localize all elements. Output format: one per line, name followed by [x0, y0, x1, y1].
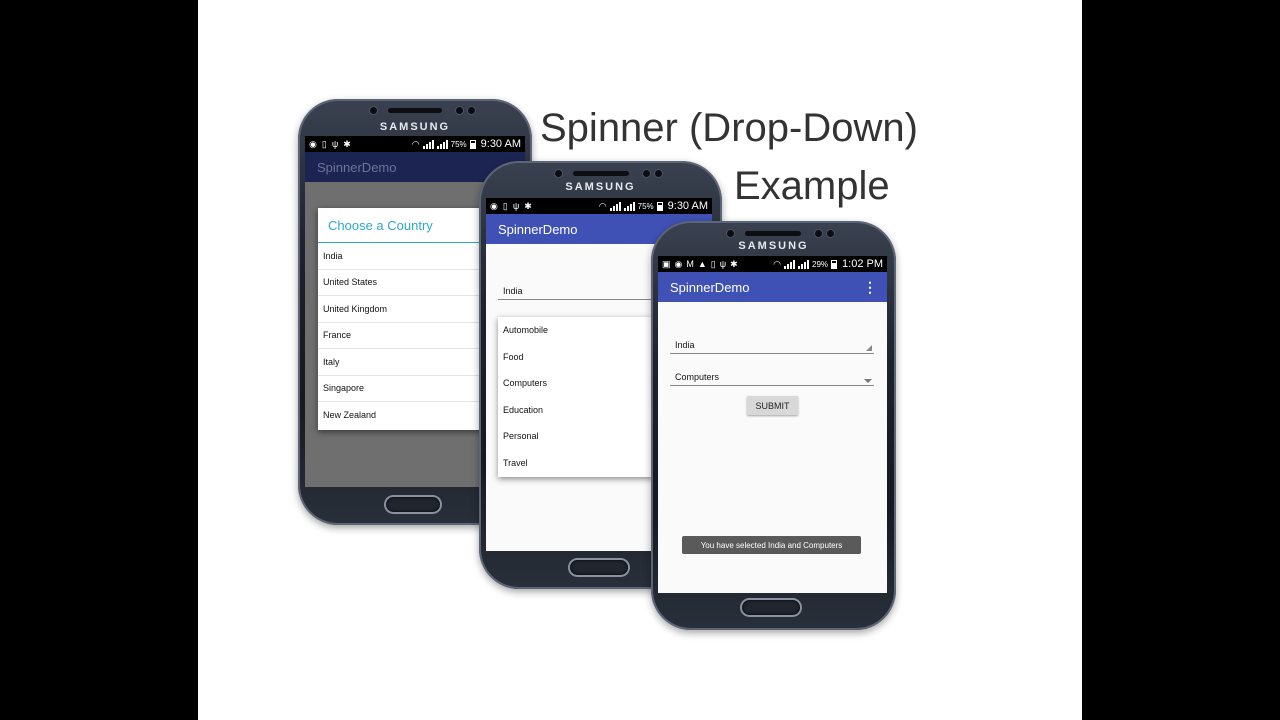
battery-percent: 29%: [812, 259, 829, 269]
status-time: 9:30 AM: [480, 138, 521, 150]
signal-icon: [623, 201, 635, 211]
app-bar: SpinnerDemo ⋮: [658, 272, 887, 302]
gmail-icon: M: [686, 259, 694, 269]
wifi-icon: ◠: [411, 138, 420, 149]
dropdown-arrow-icon: [864, 379, 872, 383]
phone-screen: ▣ ◉ M ▲ ▯ ψ ✱ ◠ 29% 1:02 PM SpinnerDemo …: [658, 256, 887, 593]
phone-selection-result: SAMSUNG ▣ ◉ M ▲ ▯ ψ ✱ ◠ 29% 1:02 PM Spin…: [651, 221, 896, 630]
category-dropdown: Automobile Food Computers Education Pers…: [498, 317, 654, 477]
android-debug-icon: ✱: [524, 200, 532, 211]
sensor-lens: [643, 170, 650, 177]
battery-icon: [469, 139, 476, 149]
phone-icon: ▯: [502, 200, 508, 211]
home-button[interactable]: [742, 600, 800, 615]
status-time: 1:02 PM: [842, 258, 883, 270]
earpiece-speaker: [745, 231, 801, 236]
signal-icon: [436, 139, 448, 149]
usb-icon: ψ: [512, 201, 520, 211]
sensor-lens: [827, 230, 834, 237]
usb-icon: ψ: [331, 139, 339, 149]
device-brand: SAMSUNG: [738, 240, 809, 252]
app-title: SpinnerDemo: [317, 159, 397, 175]
usb-icon: ψ: [719, 259, 727, 269]
signal-icon: [784, 259, 796, 269]
status-time: 9:30 AM: [667, 200, 708, 212]
dropdown-item-food[interactable]: Food: [498, 344, 654, 371]
earpiece-speaker: [388, 108, 442, 113]
status-bar: ▣ ◉ M ▲ ▯ ψ ✱ ◠ 29% 1:02 PM: [658, 256, 887, 272]
home-button[interactable]: [570, 560, 628, 575]
category-spinner-value: Computers: [675, 372, 720, 382]
whatsapp-icon: ◉: [309, 138, 317, 149]
device-brand: SAMSUNG: [379, 121, 451, 133]
slide-title-line-1: Spinner (Drop-Down): [540, 106, 918, 150]
whatsapp-icon: ◉: [490, 200, 498, 211]
dropdown-item-automobile[interactable]: Automobile: [498, 317, 654, 344]
android-debug-icon: ✱: [343, 138, 351, 149]
facebook-icon: ▣: [662, 258, 671, 269]
android-debug-icon: ✱: [730, 258, 738, 269]
country-spinner-value: India: [675, 340, 695, 350]
dropdown-item-personal[interactable]: Personal: [498, 423, 654, 450]
signal-icon: [609, 201, 621, 211]
category-spinner[interactable]: Computers: [670, 368, 874, 386]
wifi-icon: ◠: [598, 200, 607, 211]
phone-icon: ▯: [710, 258, 716, 269]
sensor-lens: [456, 107, 463, 114]
camera-lens: [727, 230, 734, 237]
status-bar: ◉ ▯ ψ ✱ ◠ 75% 9:30 AM: [305, 136, 525, 152]
app-title: SpinnerDemo: [498, 221, 578, 237]
signal-icon: [422, 139, 434, 149]
overflow-menu-icon[interactable]: ⋮: [863, 279, 877, 296]
battery-icon: [831, 259, 838, 269]
slide-title-line-2: Example: [734, 164, 890, 208]
earpiece-speaker: [573, 171, 629, 176]
phone-icon: ▯: [321, 138, 327, 149]
country-spinner[interactable]: India: [670, 336, 874, 354]
dropdown-item-computers[interactable]: Computers: [498, 370, 654, 397]
whatsapp-icon: ◉: [674, 258, 683, 269]
country-spinner-value: India: [503, 286, 523, 296]
battery-percent: 75%: [637, 201, 654, 211]
wifi-icon: ◠: [773, 258, 782, 269]
slide: Spinner (Drop-Down) Example SAMSUNG ◉ ▯ …: [198, 0, 1082, 720]
dropdown-item-travel[interactable]: Travel: [498, 450, 654, 477]
app-title: SpinnerDemo: [670, 279, 750, 295]
signal-icon: [798, 259, 810, 269]
sensor-lens: [815, 230, 822, 237]
selection-toast: You have selected India and Computers: [682, 536, 861, 554]
camera-lens: [555, 170, 562, 177]
device-brand: SAMSUNG: [565, 181, 636, 193]
dropdown-item-education[interactable]: Education: [498, 397, 654, 424]
submit-button[interactable]: SUBMIT: [747, 396, 798, 415]
triangle-icon: ▲: [697, 259, 707, 269]
camera-lens: [370, 107, 377, 114]
battery-percent: 75%: [450, 139, 467, 149]
sensor-lens: [468, 107, 475, 114]
spinner-corner-icon: [866, 345, 872, 351]
status-bar: ◉ ▯ ψ ✱ ◠ 75% 9:30 AM: [486, 198, 712, 214]
home-button[interactable]: [386, 497, 440, 512]
battery-icon: [656, 201, 663, 211]
sensor-lens: [655, 170, 662, 177]
